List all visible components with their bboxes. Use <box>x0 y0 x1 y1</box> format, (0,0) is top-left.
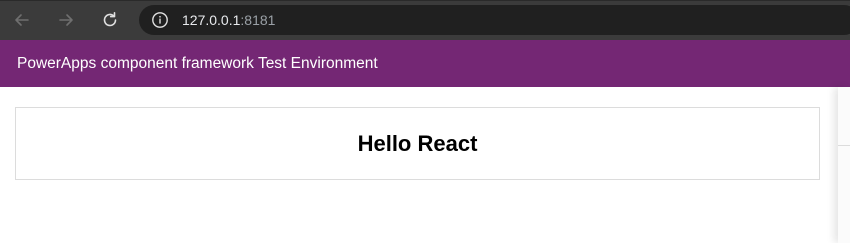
reload-icon <box>103 12 117 27</box>
info-icon[interactable] <box>151 11 169 29</box>
browser-toolbar: 127.0.0.1:8181 <box>0 0 850 40</box>
properties-panel-edge[interactable] <box>838 87 850 243</box>
app-title: PowerApps component framework Test Envir… <box>17 55 378 72</box>
forward-button[interactable] <box>55 9 77 31</box>
tabstrip-edge <box>0 0 850 1</box>
control-container: Hello React <box>15 107 820 180</box>
reload-button[interactable] <box>99 9 121 31</box>
panel-divider <box>838 145 850 146</box>
back-button[interactable] <box>11 9 33 31</box>
url-port: :8181 <box>240 12 276 28</box>
control-heading: Hello React <box>357 130 478 156</box>
url-host: 127.0.0.1 <box>182 12 241 28</box>
arrow-right-icon <box>59 14 73 26</box>
address-bar[interactable]: 127.0.0.1:8181 <box>139 5 850 35</box>
url-text[interactable]: 127.0.0.1:8181 <box>182 12 275 28</box>
arrow-left-icon <box>15 14 29 26</box>
app-header: PowerApps component framework Test Envir… <box>0 40 850 87</box>
